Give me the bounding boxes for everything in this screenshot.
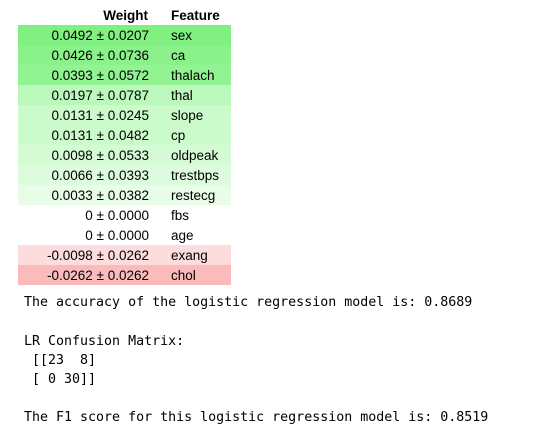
feature-name: thal — [171, 87, 193, 103]
table-row: 0.0426 ± 0.0736 ca — [18, 45, 231, 65]
feature-name: slope — [171, 107, 204, 123]
feature-name: oldpeak — [171, 147, 219, 163]
table-row: -0.0262 ± 0.0262 chol — [18, 265, 231, 285]
table-row: 0.0066 ± 0.0393 trestbps — [18, 165, 231, 185]
feature-name: thalach — [171, 67, 215, 83]
table-row: 0.0393 ± 0.0572 thalach — [18, 65, 231, 85]
feature-name: chol — [171, 267, 196, 283]
feature-name: restecg — [171, 187, 216, 203]
table-row: 0.0098 ± 0.0533 oldpeak — [18, 145, 231, 165]
weight-value: -0.0262 ± 0.0262 — [47, 267, 149, 283]
weight-value: -0.0098 ± 0.0262 — [47, 247, 149, 263]
feature-weights-table: Weight Feature 0.0492 ± 0.0207 sex 0.0426 … — [18, 5, 231, 285]
feature-name: age — [171, 227, 194, 243]
weight-value: 0 ± 0.0000 — [85, 207, 149, 223]
weight-value: 0.0426 ± 0.0736 — [51, 47, 150, 63]
weight-value: 0.0066 ± 0.0393 — [51, 167, 150, 183]
weights-table-body: 0.0492 ± 0.0207 sex 0.0426 ± 0.0736 ca 0.039… — [18, 25, 231, 285]
confusion-matrix-title: LR Confusion Matrix: — [24, 334, 185, 349]
weight-value: 0 ± 0.0000 — [85, 227, 149, 243]
weight-value: 0.0393 ± 0.0572 — [51, 67, 150, 83]
table-row: 0.0492 ± 0.0207 sex — [18, 25, 231, 45]
weight-column-header: Weight — [103, 7, 148, 23]
confusion-matrix-row: [[23 8] — [24, 353, 97, 368]
feature-name: sex — [171, 27, 193, 43]
table-row: 0.0033 ± 0.0382 restecg — [18, 185, 231, 205]
feature-name: cp — [171, 127, 186, 143]
confusion-matrix-row: [ 0 30]] — [24, 372, 97, 387]
feature-name: exang — [171, 247, 208, 263]
feature-column-header: Feature — [171, 7, 220, 23]
weight-value: 0.0131 ± 0.0482 — [51, 127, 150, 143]
feature-name: trestbps — [171, 167, 220, 183]
f1-score-output: The F1 score for this logistic regressio… — [24, 410, 489, 425]
weight-value: 0.0492 ± 0.0207 — [51, 27, 150, 43]
table-row: 0 ± 0.0000 age — [18, 225, 231, 245]
weight-value: 0.0197 ± 0.0787 — [51, 87, 150, 103]
feature-name: fbs — [171, 207, 190, 223]
table-row: 0.0197 ± 0.0787 thal — [18, 85, 231, 105]
table-row: -0.0098 ± 0.0262 exang — [18, 245, 231, 265]
table-header-row: Weight Feature — [18, 5, 231, 25]
weight-value: 0.0033 ± 0.0382 — [51, 187, 150, 203]
table-row: 0.0131 ± 0.0482 cp — [18, 125, 231, 145]
table-row: 0.0131 ± 0.0245 slope — [18, 105, 231, 125]
accuracy-output: The accuracy of the logistic regression … — [24, 295, 473, 310]
weight-value: 0.0131 ± 0.0245 — [51, 107, 150, 123]
table-row: 0 ± 0.0000 fbs — [18, 205, 231, 225]
weight-value: 0.0098 ± 0.0533 — [51, 147, 150, 163]
feature-name: ca — [171, 47, 186, 63]
